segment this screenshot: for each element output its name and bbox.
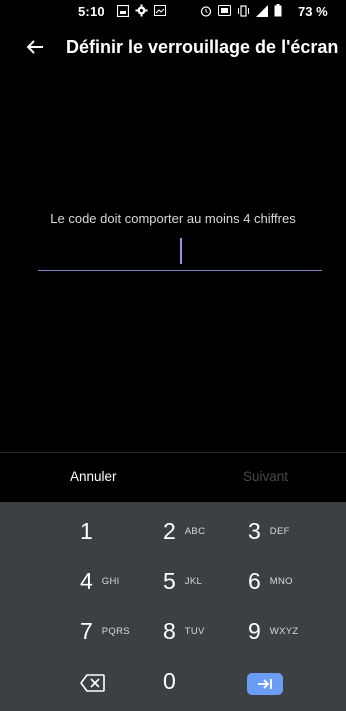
key-letters: GHI: [101, 575, 120, 587]
key-digit: 3: [248, 517, 261, 544]
tab-arrow-icon: [258, 679, 272, 689]
backspace-icon: [80, 674, 105, 692]
numeric-keypad: 1 2 ABC 3 DEF 4 GHI 5 JKL 6 MNO 7 PQRS 8…: [0, 502, 346, 711]
key-9[interactable]: 9 WXYZ: [248, 609, 298, 653]
key-digit: 8: [163, 617, 176, 644]
app-bar: Définir le verrouillage de l'écran: [0, 32, 346, 68]
key-digit: 4: [80, 567, 93, 594]
key-8[interactable]: 8 TUV: [163, 609, 205, 653]
nfc-icon: [218, 5, 231, 20]
image-notification-icon: [154, 5, 166, 20]
status-time: 5:10: [78, 4, 105, 19]
enter-button[interactable]: [247, 673, 283, 695]
battery-percentage: 73 %: [298, 4, 328, 19]
page-title: Définir le verrouillage de l'écran: [66, 37, 339, 57]
key-letters: ABC: [184, 525, 206, 537]
key-0[interactable]: 0: [163, 659, 176, 703]
key-letters: DEF: [269, 525, 290, 537]
pin-hint: Le code doit comporter au moins 4 chiffr…: [50, 211, 296, 226]
action-bar: Annuler Suivant: [0, 452, 346, 503]
signal-icon: [256, 4, 268, 21]
arrow-back-icon: [26, 40, 43, 54]
status-left-icons: [116, 4, 166, 21]
key-digit: 7: [80, 617, 93, 644]
key-7[interactable]: 7 PQRS: [80, 609, 130, 653]
status-bar: 5:10 73 %: [0, 0, 346, 24]
key-6[interactable]: 6 MNO: [248, 559, 293, 603]
key-digit: 6: [248, 567, 261, 594]
key-digit: 5: [163, 567, 176, 594]
key-digit: 2: [163, 517, 176, 544]
key-digit: 0: [163, 667, 176, 694]
key-letters: WXYZ: [269, 625, 299, 637]
key-digit: 9: [248, 617, 261, 644]
key-letters: PQRS: [101, 625, 130, 637]
back-button[interactable]: [22, 34, 48, 60]
key-letters: MNO: [269, 575, 293, 587]
backspace-button[interactable]: [80, 673, 106, 693]
key-2[interactable]: 2 ABC: [163, 509, 205, 553]
alarm-icon: [200, 5, 212, 21]
key-5[interactable]: 5 JKL: [163, 559, 202, 603]
vibrate-icon: [237, 4, 250, 21]
settings-gear-icon: [135, 4, 148, 21]
text-cursor: [180, 238, 182, 264]
pin-input[interactable]: [38, 234, 322, 271]
key-1[interactable]: 1: [80, 509, 93, 553]
key-letters: JKL: [184, 575, 203, 587]
status-right-icons: [200, 4, 282, 21]
key-digit: 1: [80, 517, 93, 544]
screenshot-notification-icon: [116, 4, 130, 21]
next-button[interactable]: Suivant: [243, 469, 288, 484]
cancel-button[interactable]: Annuler: [70, 469, 117, 484]
battery-icon: [274, 4, 282, 21]
key-3[interactable]: 3 DEF: [248, 509, 290, 553]
key-letters: TUV: [184, 625, 205, 637]
key-4[interactable]: 4 GHI: [80, 559, 120, 603]
